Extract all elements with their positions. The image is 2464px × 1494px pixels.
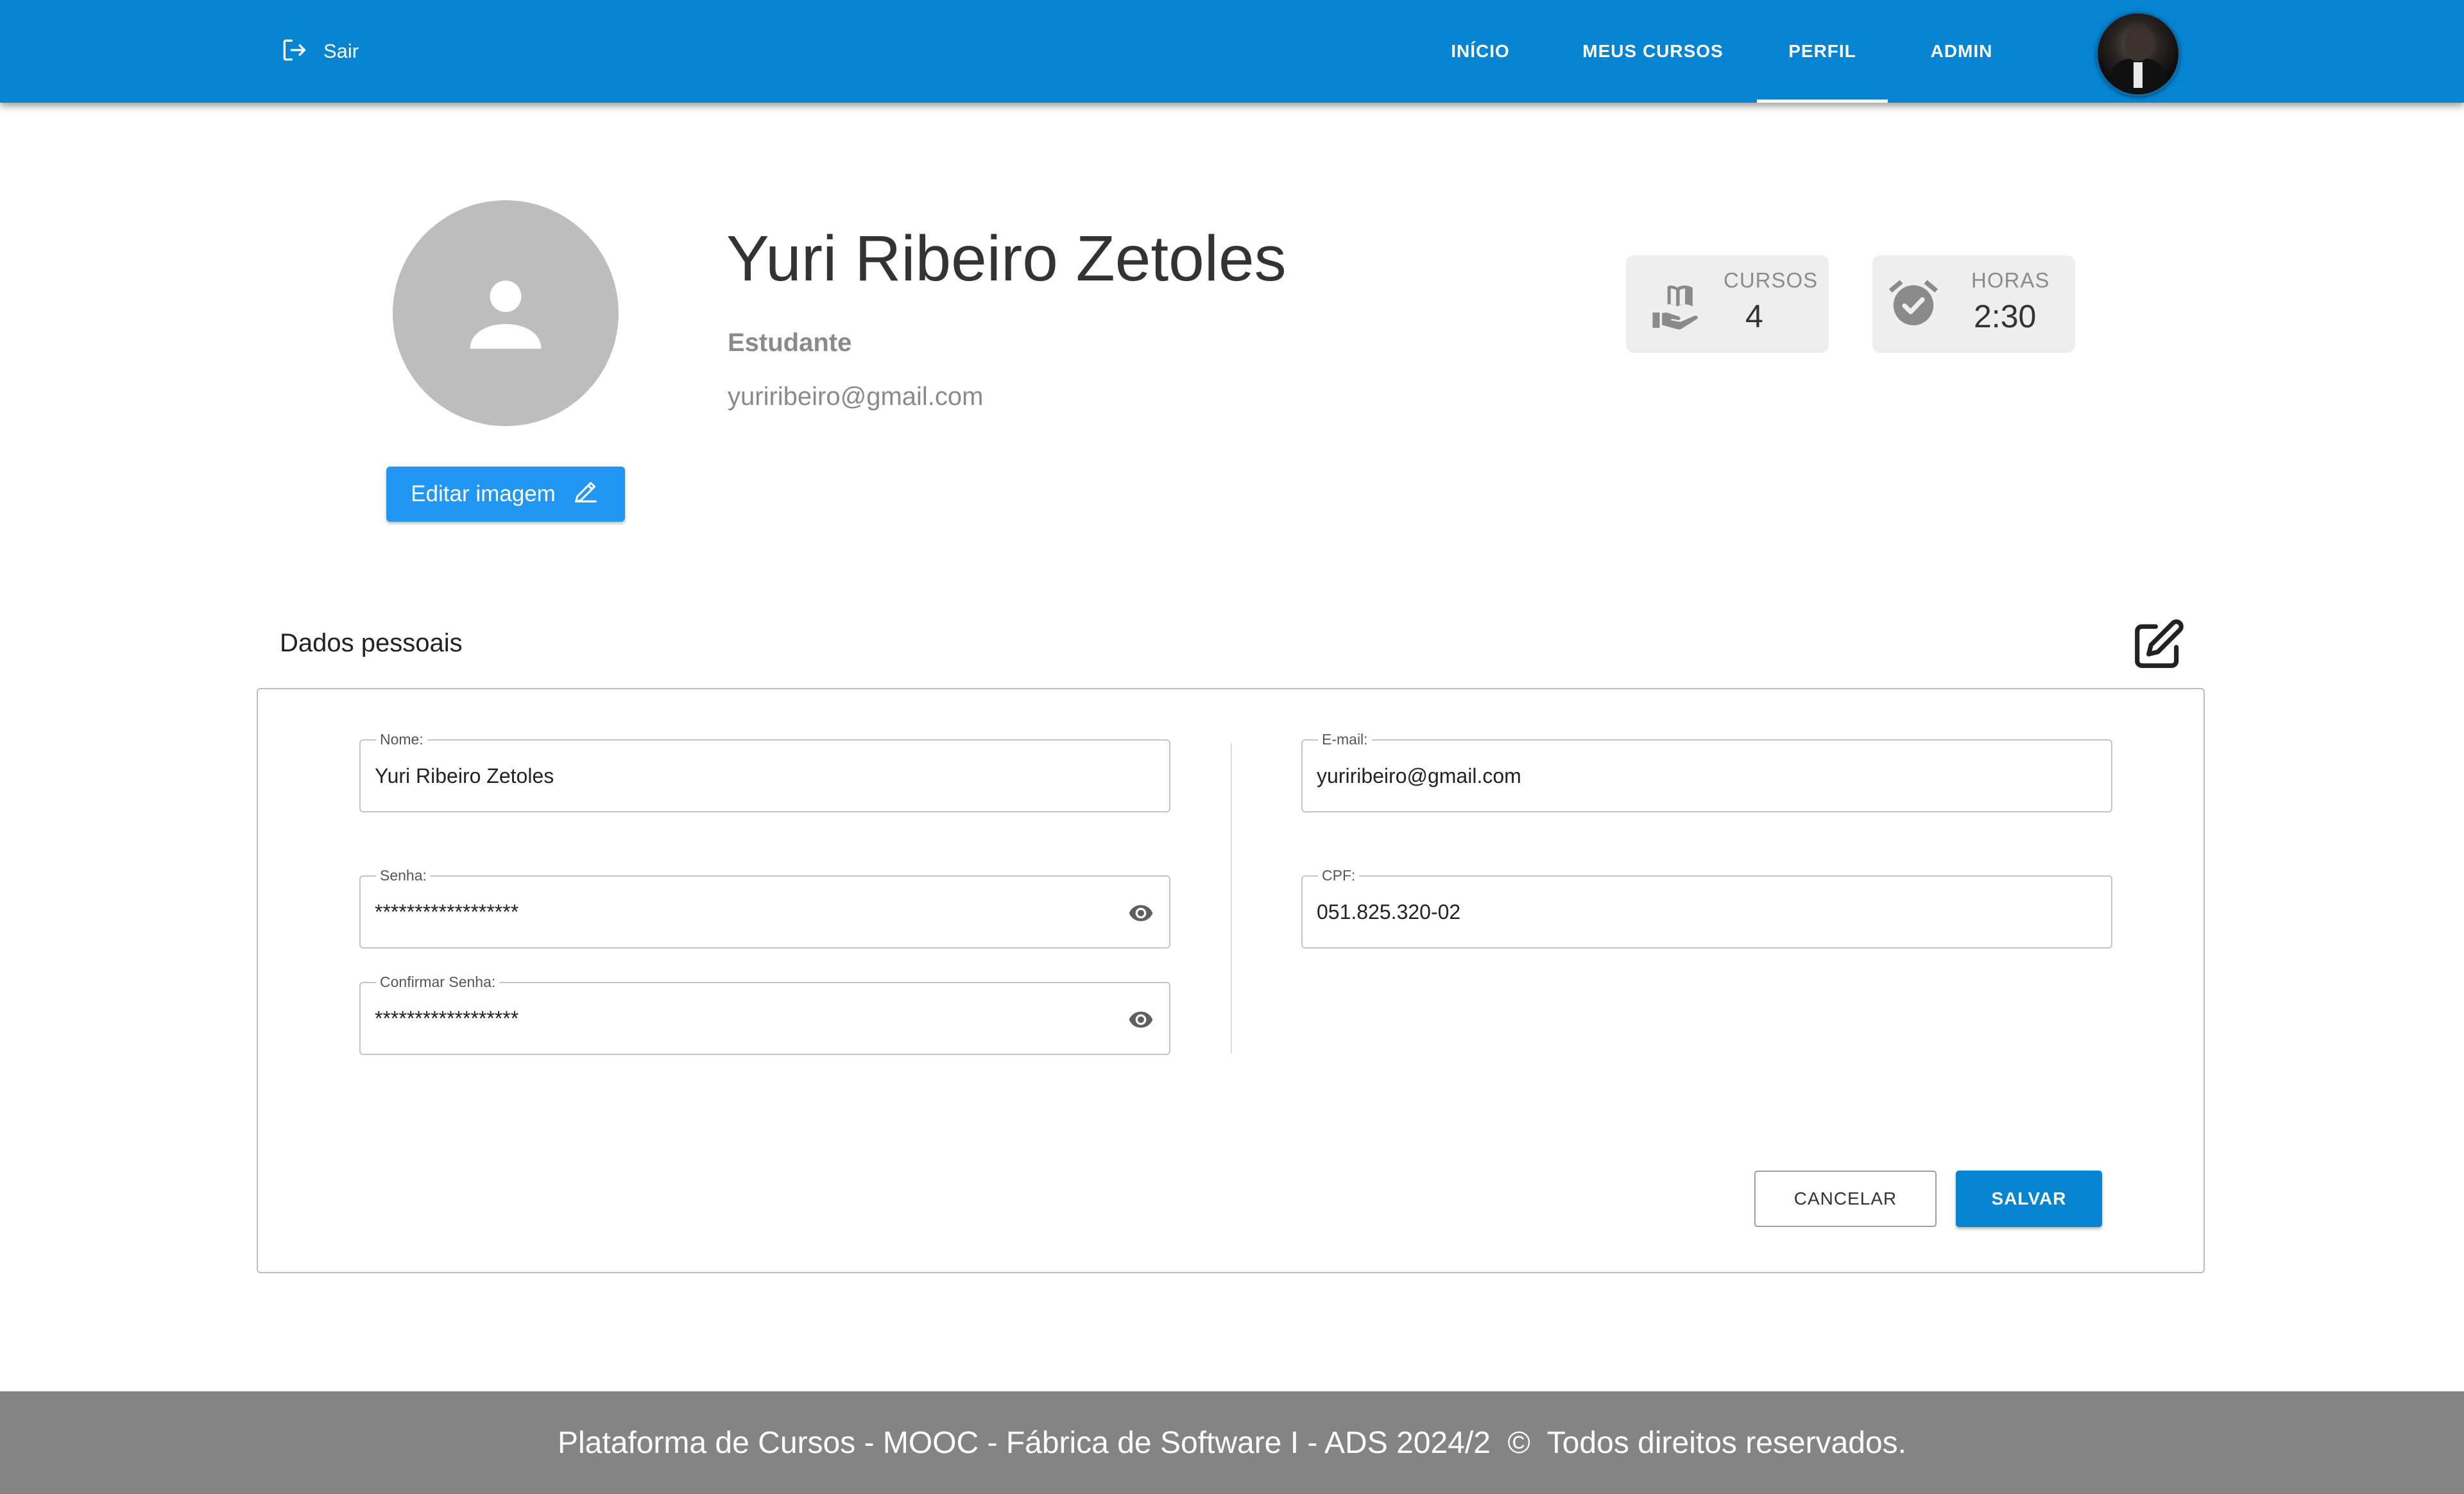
- save-button[interactable]: SALVAR: [1956, 1171, 2102, 1227]
- nav-tab-inicio[interactable]: INÍCIO: [1432, 0, 1528, 103]
- footer-text: Plataforma de Cursos - MOOC - Fábrica de…: [557, 1425, 1906, 1460]
- stat-label-cursos: CURSOS: [1724, 268, 1818, 292]
- email-field-label: E-mail:: [1318, 730, 1372, 748]
- profile-name: Yuri Ribeiro Zetoles: [726, 223, 1287, 295]
- password-field: Senha:: [359, 866, 1170, 949]
- password-field-label: Senha:: [376, 866, 431, 884]
- profile-role: Estudante: [728, 329, 852, 357]
- alarm-clock-icon: [1885, 275, 1942, 334]
- cancel-button[interactable]: CANCELAR: [1754, 1171, 1937, 1227]
- profile-avatar-placeholder: [393, 200, 619, 426]
- confirm-password-field-label: Confirmar Senha:: [376, 973, 500, 991]
- email-field: E-mail:: [1301, 730, 2112, 812]
- eye-icon[interactable]: [1127, 900, 1155, 929]
- confirm-password-field: Confirmar Senha:: [359, 973, 1170, 1055]
- eye-icon[interactable]: [1127, 1006, 1155, 1035]
- user-avatar[interactable]: [2096, 12, 2180, 96]
- nav-tab-perfil[interactable]: PERFIL: [1757, 0, 1888, 103]
- form-column-divider: [1231, 743, 1232, 1054]
- person-icon: [470, 280, 542, 349]
- nav-tab-meus-cursos[interactable]: MEUS CURSOS: [1576, 0, 1730, 103]
- footer: Plataforma de Cursos - MOOC - Fábrica de…: [0, 1391, 2464, 1494]
- logout-icon: [280, 36, 308, 67]
- stat-label-horas: HORAS: [1971, 268, 2050, 292]
- cpf-input[interactable]: [1317, 891, 2023, 933]
- name-field: Nome:: [359, 730, 1170, 812]
- app-bar: Sair INÍCIO MEUS CURSOS PERFIL ADMIN: [0, 0, 2464, 103]
- password-input[interactable]: [375, 891, 1081, 933]
- stat-card-horas: HORAS 2:30: [1872, 255, 2075, 353]
- profile-email: yuriribeiro@gmail.com: [728, 382, 984, 411]
- section-title-personal-data: Dados pessoais: [280, 629, 463, 657]
- stat-value-horas: 2:30: [1974, 298, 2037, 334]
- nav-tab-admin[interactable]: ADMIN: [1919, 0, 2005, 103]
- name-field-label: Nome:: [376, 730, 427, 748]
- logout-button[interactable]: Sair: [280, 33, 359, 69]
- cpf-field-label: CPF:: [1318, 866, 1360, 884]
- stat-card-cursos: CURSOS 4: [1626, 255, 1829, 353]
- edit-personal-data-icon[interactable]: [2130, 617, 2186, 673]
- cpf-field: CPF:: [1301, 866, 2112, 949]
- edit-image-label: Editar imagem: [411, 481, 556, 506]
- book-hand-icon: [1649, 277, 1706, 337]
- stat-value-cursos: 4: [1745, 298, 1763, 334]
- edit-image-button[interactable]: Editar imagem: [386, 467, 625, 522]
- confirm-password-input[interactable]: [375, 997, 1081, 1040]
- name-input[interactable]: [375, 755, 1081, 797]
- email-input[interactable]: [1317, 755, 2023, 797]
- logout-label: Sair: [323, 40, 359, 62]
- pencil-icon: [571, 477, 601, 512]
